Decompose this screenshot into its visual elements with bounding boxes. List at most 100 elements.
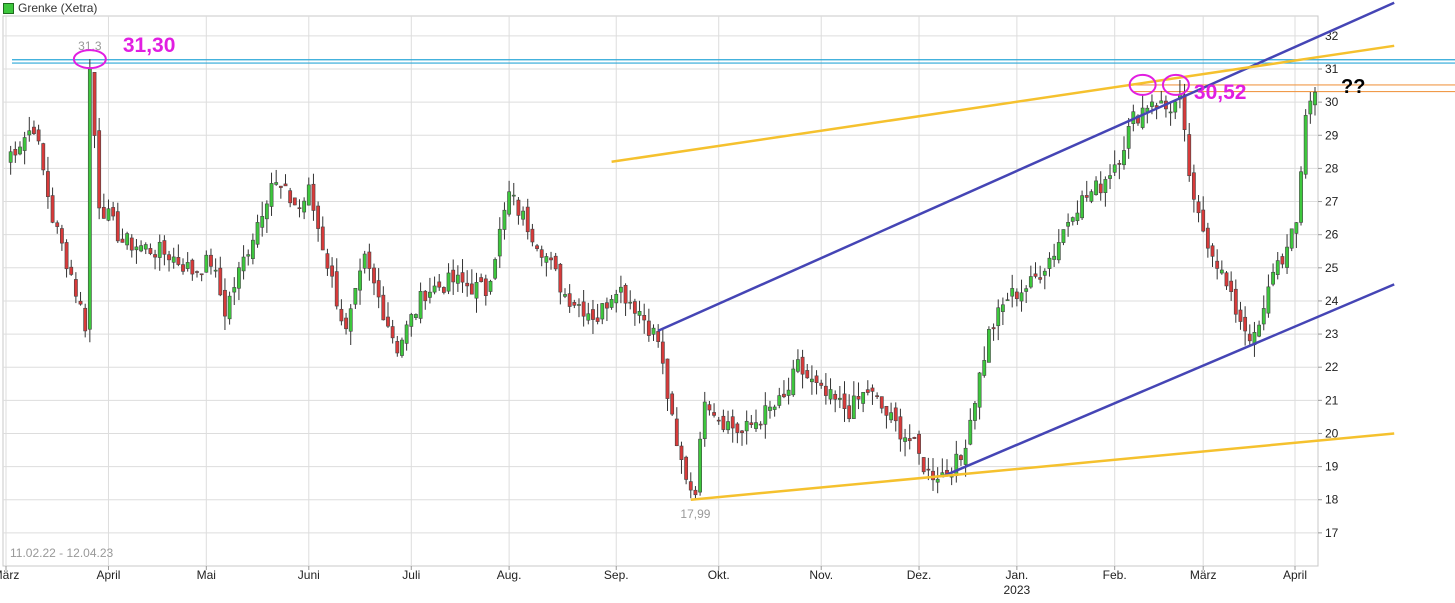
candle-down	[1014, 291, 1019, 300]
x-tick-label: April	[1283, 568, 1307, 582]
candle-up	[1140, 107, 1145, 128]
candle-down	[530, 228, 535, 243]
candle-up	[1080, 195, 1084, 219]
low-value-label: 17,99	[680, 507, 710, 521]
candle-down	[688, 481, 693, 491]
candle-up	[1010, 288, 1015, 297]
candle-down	[823, 385, 828, 396]
candle-down	[469, 283, 474, 295]
candle-down	[1084, 195, 1089, 198]
candle-up	[507, 191, 512, 215]
x-tick-label: Sep.	[604, 568, 629, 582]
candle-down	[83, 307, 88, 332]
candle-up	[106, 208, 111, 221]
candle-down	[129, 237, 134, 251]
candle-up	[768, 406, 772, 411]
candle-down	[875, 395, 880, 398]
candle-down	[572, 302, 577, 306]
candle-down	[330, 265, 334, 277]
candle-down	[148, 248, 153, 254]
candle-down	[1201, 209, 1206, 232]
candle-up	[968, 419, 973, 445]
candle-down	[893, 407, 898, 422]
candle-down	[288, 190, 293, 204]
candle-down	[78, 300, 83, 305]
candle-down	[1033, 273, 1038, 277]
candle-down	[917, 433, 921, 454]
candle-up	[982, 360, 987, 376]
candle-up	[1285, 246, 1289, 268]
candle-down	[735, 423, 740, 433]
candle-down	[632, 301, 637, 314]
candle-down	[660, 341, 665, 364]
candle-up	[754, 422, 758, 429]
candle-up	[1112, 164, 1117, 173]
y-tick-label: 17	[1325, 526, 1339, 540]
candle-up	[125, 233, 130, 246]
candle-down	[833, 393, 838, 400]
candle-down	[730, 416, 735, 429]
candle-up	[246, 254, 251, 257]
candle-down	[1233, 288, 1238, 315]
y-tick-label: 31	[1325, 62, 1339, 76]
candle-up	[1257, 324, 1261, 337]
candle-up	[651, 327, 656, 335]
candle-down	[111, 207, 116, 217]
candle-down	[1038, 277, 1043, 280]
candle-up	[1173, 101, 1178, 113]
candle-down	[460, 272, 465, 283]
candle-down	[591, 309, 595, 320]
candle-up	[302, 200, 307, 213]
candle-down	[120, 238, 125, 243]
candle-up	[274, 182, 279, 185]
candle-up	[418, 291, 423, 319]
candle-up	[348, 308, 353, 332]
candle-down	[479, 277, 484, 283]
candle-up	[409, 314, 414, 327]
x-tick-label: Aug.	[497, 568, 522, 582]
candle-down	[344, 317, 348, 330]
candle-up	[1122, 150, 1126, 166]
candle-up	[1047, 257, 1052, 269]
candle-down	[283, 183, 288, 187]
y-tick-label: 21	[1325, 393, 1339, 407]
recent-callout: 30,52	[1194, 81, 1247, 104]
candle-up	[1108, 175, 1112, 179]
candle-down	[674, 418, 679, 447]
candle-up	[628, 301, 633, 304]
candle-up	[726, 421, 730, 431]
candle-down	[395, 341, 400, 354]
candle-down	[819, 382, 824, 386]
candle-down	[758, 423, 763, 426]
candle-down	[36, 129, 41, 142]
candle-up	[977, 372, 982, 408]
candle-up	[157, 241, 162, 258]
x-tick-label: Feb.	[1103, 568, 1127, 582]
candle-down	[195, 271, 199, 273]
candle-down	[749, 422, 754, 425]
candle-up	[609, 299, 614, 308]
candle-down	[181, 264, 185, 272]
candle-up	[1024, 288, 1029, 292]
candle-down	[1238, 309, 1243, 322]
candle-up	[1261, 308, 1266, 325]
candle-up	[213, 269, 218, 272]
candle-down	[153, 254, 157, 258]
candle-up	[837, 397, 842, 400]
candle-up	[763, 405, 768, 425]
candle-down	[437, 281, 442, 288]
candle-down	[553, 255, 558, 270]
candle-down	[13, 149, 18, 156]
candle-up	[143, 244, 148, 250]
candle-up	[1308, 100, 1313, 115]
candle-down	[1187, 134, 1192, 177]
candle-down	[451, 269, 456, 283]
candle-down	[716, 419, 721, 422]
candle-down	[218, 267, 223, 296]
candle-down	[69, 266, 74, 275]
candle-down	[623, 285, 628, 304]
candle-up	[255, 222, 260, 245]
y-tick-label: 25	[1325, 261, 1339, 275]
candle-up	[446, 272, 451, 292]
candle-up	[362, 253, 367, 269]
